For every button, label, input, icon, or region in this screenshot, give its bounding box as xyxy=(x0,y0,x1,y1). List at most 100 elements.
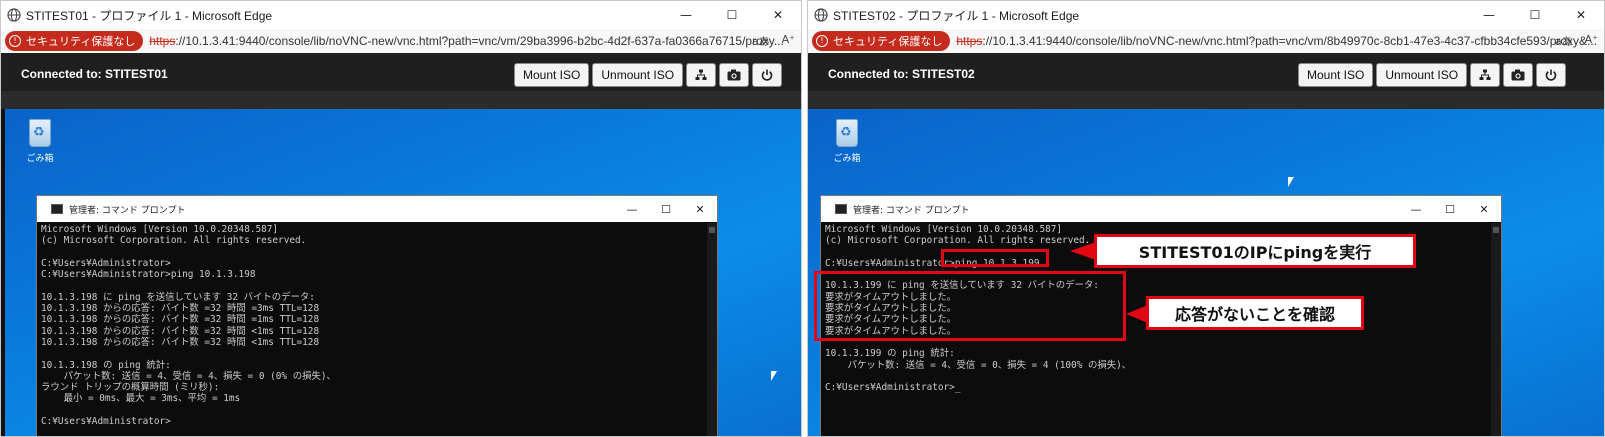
cmd-scrollbar[interactable] xyxy=(707,223,717,436)
url-text[interactable]: https://10.1.3.41:9440/console/lib/noVNC… xyxy=(956,34,1597,48)
unmount-iso-button[interactable]: Unmount ISO xyxy=(1376,63,1468,87)
unmount-iso-button[interactable]: Unmount ISO xyxy=(592,63,684,87)
power-icon xyxy=(1545,69,1557,81)
timeout-lines-highlight xyxy=(814,271,1126,341)
read-aloud-icon[interactable]: aあ xyxy=(1555,33,1573,49)
power-icon xyxy=(761,69,773,81)
recycle-bin-label: ごみ箱 xyxy=(26,154,54,164)
cmd-scrollbar[interactable] xyxy=(1491,223,1501,436)
cmd-line: 10.1.3.199 の ping 統計: xyxy=(825,348,955,360)
vm-desktop[interactable]: ごみ箱 管理者: コマンド プロンプト — ☐ ✕ Microsoft Wind… xyxy=(808,109,1604,436)
cmd-maximize-button[interactable]: ☐ xyxy=(1433,196,1467,222)
cmd-maximize-button[interactable]: ☐ xyxy=(649,196,683,222)
security-badge-label: セキュリティ保護なし xyxy=(833,35,943,48)
cmd-line: 10.1.3.198 からの応答: バイト数 =32 時間 <1ms TTL=1… xyxy=(41,325,320,337)
cmd-line: パケット数: 送信 = 4、受信 = 4、損失 = 0 (0% の損失)、 xyxy=(41,370,336,382)
ping-command-highlight xyxy=(941,249,1049,267)
cmd-title: 管理者: コマンド プロンプト xyxy=(853,205,970,216)
globe-icon xyxy=(814,8,828,22)
network-icon xyxy=(1479,69,1491,80)
cmd-line xyxy=(41,247,705,258)
cmd-minimize-button[interactable]: — xyxy=(615,196,649,222)
cmd-title: 管理者: コマンド プロンプト xyxy=(69,205,186,216)
cmd-line: Microsoft Windows [Version 10.0.20348.58… xyxy=(41,224,279,235)
cmd-line: (c) Microsoft Corporation. All rights re… xyxy=(41,235,307,247)
recycle-bin[interactable]: ごみ箱 xyxy=(25,119,55,164)
cmd-line: ラウンド トリップの概算時間 (ミリ秒): xyxy=(41,382,220,394)
title-bar[interactable]: STITEST01 - プロファイル 1 - Microsoft Edge — … xyxy=(1,1,801,29)
cmd-line: 10.1.3.198 からの応答: バイト数 =32 時間 =3ms TTL=1… xyxy=(41,303,320,315)
title-bar[interactable]: STITEST02 - プロファイル 1 - Microsoft Edge — … xyxy=(808,1,1604,29)
cmd-title-bar[interactable]: 管理者: コマンド プロンプト — ☐ ✕ xyxy=(37,196,717,222)
vnc-toolbar: Connected to: STITEST02 Mount ISO Unmoun… xyxy=(808,53,1604,109)
cmd-title-bar[interactable]: 管理者: コマンド プロンプト — ☐ ✕ xyxy=(821,196,1501,222)
warning-icon: ! xyxy=(9,35,21,47)
power-button[interactable] xyxy=(1536,63,1567,87)
security-badge-label: セキュリティ保護なし xyxy=(26,35,136,48)
maximize-button[interactable]: ☐ xyxy=(709,1,755,29)
connection-label: Connected to: STITEST01 xyxy=(21,67,168,81)
cmd-line xyxy=(41,348,705,359)
url-rest: ://10.1.3.41:9440/console/lib/noVNC-new/… xyxy=(982,34,1598,48)
warning-icon: ! xyxy=(816,35,828,47)
connection-label: Connected to: STITEST02 xyxy=(828,67,975,81)
cmd-line xyxy=(825,371,1489,382)
cmd-output[interactable]: Microsoft Windows [Version 10.0.20348.58… xyxy=(39,223,707,436)
cmd-line: 10.1.3.198 からの応答: バイト数 =32 時間 <1ms TTL=1… xyxy=(41,336,320,348)
mount-iso-button[interactable]: Mount ISO xyxy=(514,63,590,87)
network-button[interactable] xyxy=(686,63,717,87)
cmd-icon xyxy=(835,204,847,214)
cmd-line xyxy=(41,405,705,416)
url-scheme: https xyxy=(956,34,983,48)
cmd-line: C:¥Users¥Administrator> xyxy=(41,257,171,269)
recycle-bin[interactable]: ごみ箱 xyxy=(832,119,862,164)
window-title: STITEST01 - プロファイル 1 - Microsoft Edge xyxy=(26,8,273,23)
cmd-close-button[interactable]: ✕ xyxy=(683,196,717,222)
power-button[interactable] xyxy=(752,63,783,87)
recycle-bin-label: ごみ箱 xyxy=(833,154,861,164)
text-size-icon[interactable]: A⁺ xyxy=(782,33,795,49)
cmd-icon xyxy=(51,204,63,214)
window-title: STITEST02 - プロファイル 1 - Microsoft Edge xyxy=(833,8,1080,23)
screenshot-button[interactable] xyxy=(1503,63,1534,87)
mouse-cursor-icon xyxy=(771,371,777,381)
cmd-minimize-button[interactable]: — xyxy=(1399,196,1433,222)
mouse-cursor-icon xyxy=(1288,177,1294,187)
cmd-line xyxy=(41,280,705,291)
cmd-close-button[interactable]: ✕ xyxy=(1467,196,1501,222)
callout-arrow-ping xyxy=(1070,242,1096,260)
callout-ping: STITEST01のIPにpingを実行 xyxy=(1094,234,1416,268)
vnc-toolbar: Connected to: STITEST01 Mount ISO Unmoun… xyxy=(1,53,801,109)
recycle-bin-icon xyxy=(836,119,858,147)
address-bar[interactable]: ! セキュリティ保護なし https://10.1.3.41:9440/conso… xyxy=(808,29,1604,53)
text-size-icon[interactable]: A⁺ xyxy=(1585,33,1598,49)
screenshot-button[interactable] xyxy=(719,63,750,87)
cmd-line: 10.1.3.198 の ping 統計: xyxy=(41,359,171,371)
recycle-bin-icon xyxy=(29,119,51,147)
command-prompt-window[interactable]: 管理者: コマンド プロンプト — ☐ ✕ Microsoft Windows … xyxy=(36,195,718,436)
callout-arrow-noreply xyxy=(1126,305,1148,323)
maximize-button[interactable]: ☐ xyxy=(1512,1,1558,29)
globe-icon xyxy=(7,8,21,22)
close-button[interactable]: ✕ xyxy=(1558,1,1604,29)
cmd-line: C:¥Users¥Administrator>_ xyxy=(825,382,961,394)
url-scheme: https xyxy=(149,34,176,48)
url-text[interactable]: https://10.1.3.41:9440/console/lib/noVNC… xyxy=(149,34,784,48)
minimize-button[interactable]: — xyxy=(663,1,709,29)
callout-noreply: 応答がないことを確認 xyxy=(1146,296,1364,330)
close-button[interactable]: ✕ xyxy=(755,1,801,29)
cmd-line: 10.1.3.198 に ping を送信しています 32 バイトのデータ: xyxy=(41,291,315,303)
vm-desktop[interactable]: ごみ箱 管理者: コマンド プロンプト — ☐ ✕ Microsoft Wind… xyxy=(1,109,801,436)
read-aloud-icon[interactable]: aあ xyxy=(752,33,770,49)
cmd-line: 10.1.3.198 からの応答: バイト数 =32 時間 =1ms TTL=1… xyxy=(41,314,320,326)
camera-icon xyxy=(1511,69,1525,81)
camera-icon xyxy=(727,69,741,81)
address-bar[interactable]: ! セキュリティ保護なし https://10.1.3.41:9440/conso… xyxy=(1,29,801,53)
network-button[interactable] xyxy=(1470,63,1501,87)
mount-iso-button[interactable]: Mount ISO xyxy=(1298,63,1374,87)
security-badge[interactable]: ! セキュリティ保護なし xyxy=(5,31,144,51)
cmd-line: パケット数: 送信 = 4、受信 = 0、損失 = 4 (100% の損失)、 xyxy=(825,359,1132,371)
minimize-button[interactable]: — xyxy=(1466,1,1512,29)
security-badge[interactable]: ! セキュリティ保護なし xyxy=(812,31,951,51)
url-rest: ://10.1.3.41:9440/console/lib/noVNC-new/… xyxy=(175,34,784,48)
